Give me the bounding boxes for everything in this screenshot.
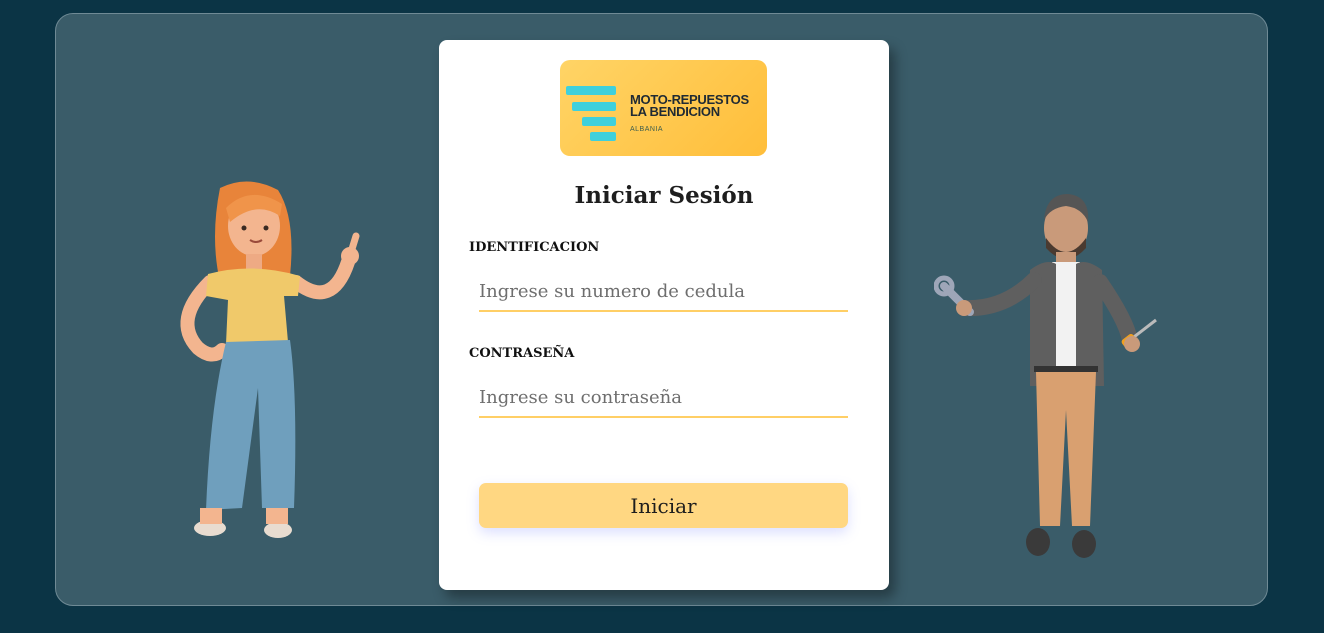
password-label: CONTRASEÑA [469,346,575,361]
brand-location: ALBANIA [630,126,664,133]
login-card: MOTO-REPUESTOS LA BENDICION ALBANIA Inic… [439,40,889,590]
brand-name-line2: LA BENDICION [630,104,720,119]
page-title: Iniciar Sesión [574,182,754,209]
login-button[interactable]: Iniciar [479,483,848,528]
brand-name: MOTO-REPUESTOS LA BENDICION [630,93,749,119]
woman-pointing-illustration [180,181,360,538]
password-input[interactable] [479,378,848,418]
mechanic-with-tools-illustration [934,194,1157,558]
id-label: IDENTIFICACION [469,240,600,255]
id-input[interactable] [479,272,848,312]
brand-logo: MOTO-REPUESTOS LA BENDICION ALBANIA [560,60,767,156]
